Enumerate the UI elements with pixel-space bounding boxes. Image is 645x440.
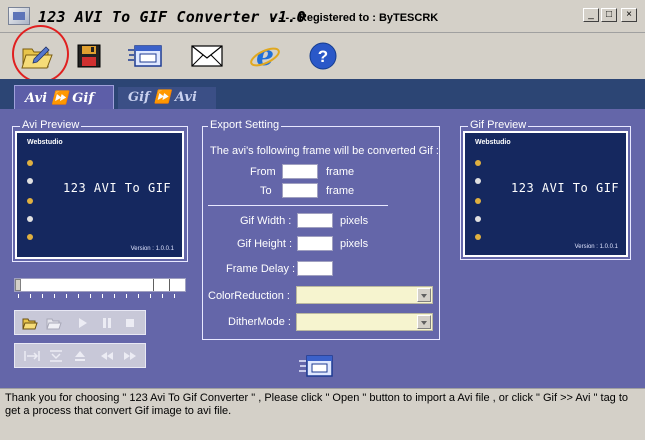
window-title: 123 AVI To GIF Converter v1.0 [38,8,306,26]
play-icon [79,318,87,328]
pause-icon [103,318,111,328]
preview-decoration-icon [27,160,33,240]
seek-slider-thumb[interactable] [15,279,21,291]
mark-in-button[interactable] [22,347,42,365]
fast-forward-icon [124,352,136,360]
avi-preview-label: Avi Preview [20,119,82,131]
stop-icon [126,319,134,327]
preview-title: 123 AVI To GIF [511,181,620,195]
tab-avi-to-gif[interactable]: Avi ⏩ Gif [14,85,114,110]
play-button[interactable] [73,314,93,332]
open-file-button[interactable] [20,314,40,332]
gif-width-unit: pixels [340,215,369,227]
help-question-icon: ? [309,42,337,70]
gif-width-label: Gif Width : [240,215,292,227]
export-heading: The avi's following frame will be conver… [210,145,439,157]
from-label: From [250,166,276,178]
close-button[interactable]: × [621,8,637,22]
rewind-icon [101,352,113,360]
mail-envelope-icon [191,45,223,67]
help-button[interactable]: ? [304,37,342,75]
frame-controls [14,343,146,368]
email-button[interactable] [188,37,226,75]
playback-controls [14,310,146,335]
preview-version: Version : 1.0.0.1 [574,244,618,250]
open-gray-icon [46,318,62,330]
gif-preview-label: Gif Preview [468,119,529,131]
pause-button[interactable] [97,314,117,332]
mark-out-button[interactable] [46,347,66,365]
color-reduction-label: ColorReduction : [208,290,290,302]
gif-height-label: Gif Height : [237,238,293,250]
save-button[interactable] [70,37,108,75]
chevron-down-icon[interactable] [417,288,431,302]
open-gif-button[interactable] [44,314,64,332]
eject-icon [75,351,85,361]
dither-mode-select[interactable] [296,313,433,331]
convert-window-icon [128,45,162,67]
preview-version: Version : 1.0.0.1 [130,246,174,252]
preview-logo: Webstudio [475,139,511,146]
gif-width-input[interactable] [297,213,333,228]
save-disk-icon [77,44,101,68]
mark-out-icon [50,350,62,362]
svg-text:e: e [256,40,274,72]
gif-height-unit: pixels [340,238,369,250]
stop-button[interactable] [120,314,140,332]
to-frame-input[interactable] [282,183,318,198]
convert-window-icon [299,355,333,377]
mark-in-icon [24,351,40,361]
internet-explorer-icon: e [250,40,280,72]
preview-decoration-icon [475,160,481,240]
open-icon [22,318,38,330]
registration-text: - - - - Registered to : ByTESCRK [272,12,439,24]
status-message: Thank you for choosing " 123 Avi To Gif … [5,392,629,417]
chevron-down-icon[interactable] [417,315,431,329]
from-unit: frame [326,166,355,178]
convert-start-button[interactable] [296,352,336,380]
dither-mode-label: DitherMode : [228,316,291,328]
seek-slider[interactable] [14,278,186,292]
avi-preview-screen: Webstudio 123 AVI To GIF Version : 1.0.0… [15,131,184,259]
website-button[interactable]: e [246,37,284,75]
title-bar: 123 AVI To GIF Converter v1.0 - - - - Re… [0,0,645,33]
to-label: To [260,185,272,197]
svg-text:?: ? [318,47,328,66]
seek-ticks [18,294,178,298]
color-reduction-select[interactable] [296,286,433,304]
minimize-button[interactable]: _ [583,8,599,22]
export-setting-label: Export Setting [208,119,282,131]
export-setting-group [202,126,440,340]
export-divider [208,205,388,206]
from-frame-input[interactable] [282,164,318,179]
convert-button[interactable] [126,37,164,75]
preview-title: 123 AVI To GIF [63,181,172,195]
preview-logo: Webstudio [27,139,63,146]
fast-forward-button[interactable] [120,347,140,365]
open-folder-icon [21,46,53,69]
open-button[interactable] [18,37,56,75]
maximize-button[interactable]: □ [601,8,617,22]
rewind-button[interactable] [97,347,117,365]
eject-button[interactable] [70,347,90,365]
gif-height-input[interactable] [297,236,333,251]
toolbar: e ? [0,33,645,79]
tab-gif-to-avi[interactable]: Gif ⏩ Avi [118,87,216,109]
frame-delay-label: Frame Delay : [226,263,296,275]
app-icon [8,7,30,25]
frame-delay-input[interactable] [297,261,333,276]
to-unit: frame [326,185,355,197]
gif-preview-screen: Webstudio 123 AVI To GIF Version : 1.0.0… [463,131,628,257]
